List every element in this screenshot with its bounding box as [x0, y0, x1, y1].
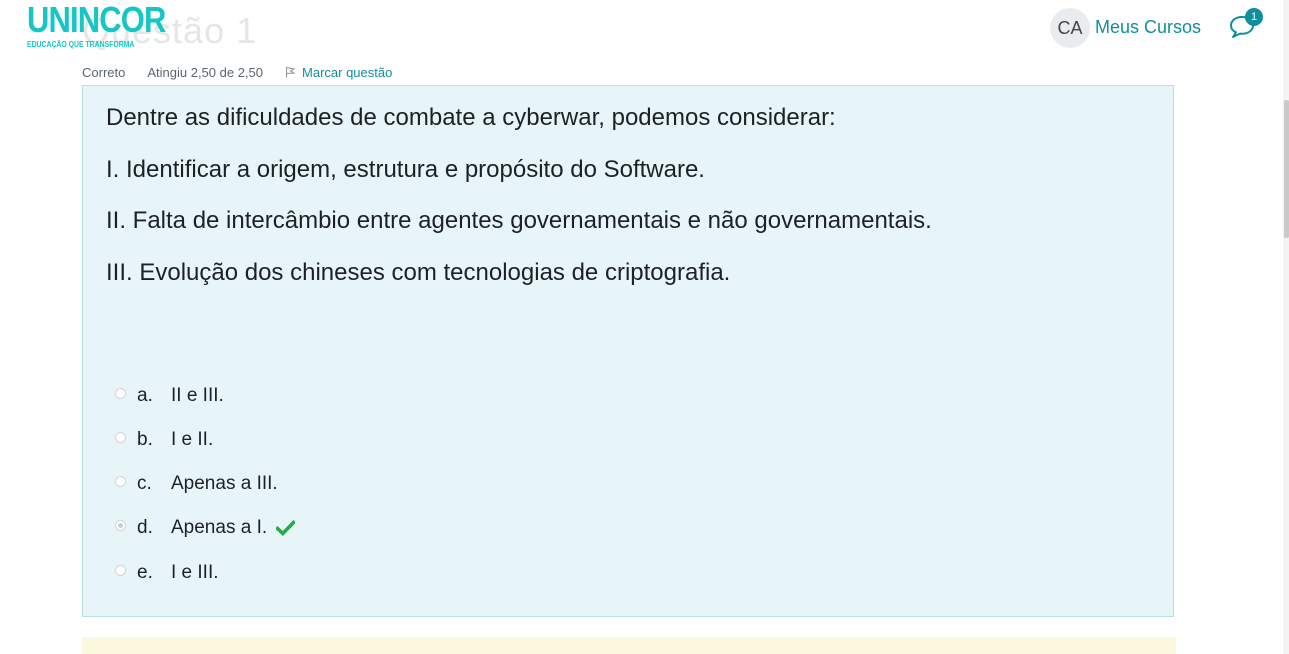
option-letter: a.	[137, 385, 153, 406]
question-text-line: Dentre as dificuldades de combate a cybe…	[106, 104, 836, 131]
unincor-logo[interactable]: UNINCOR EDUCAÇÃO QUE TRANSFORMA	[27, 0, 166, 50]
option-text: I e II.	[171, 429, 214, 450]
option-letter: b.	[137, 429, 153, 450]
option-letter: d.	[137, 517, 153, 538]
answer-radio[interactable]	[115, 387, 126, 399]
question-state: Correto	[82, 64, 126, 80]
answer-radio-selected[interactable]	[115, 519, 126, 531]
option-letter: e.	[137, 562, 153, 583]
option-text: Apenas a III.	[171, 473, 278, 494]
question-text-line: I. Identificar a origem, estrutura e pro…	[106, 156, 705, 183]
flag-question-label: Marcar questão	[302, 64, 393, 80]
quiz-review-page: Questão 1 UNINCOR EDUCAÇÃO QUE TRANSFORM…	[0, 0, 1289, 654]
question-box: Dentre as dificuldades de combate a cybe…	[82, 85, 1174, 617]
answer-radio[interactable]	[115, 564, 126, 576]
option-text: Apenas a I.	[171, 517, 268, 538]
flag-question-link[interactable]: Marcar questão	[285, 65, 392, 80]
answer-option-e[interactable]: e. I e III.	[115, 559, 219, 587]
question-grade: Atingiu 2,50 de 2,50	[147, 64, 264, 80]
answer-option-d[interactable]: d. Apenas a I.	[115, 514, 296, 542]
question-text-line: II. Falta de intercâmbio entre agentes g…	[106, 207, 932, 234]
answer-radio[interactable]	[115, 431, 126, 443]
scrollbar-thumb[interactable]	[1284, 100, 1289, 238]
flag-icon	[286, 67, 296, 78]
answer-radio[interactable]	[115, 475, 126, 487]
page-scrollbar[interactable]	[1283, 0, 1289, 654]
feedback-box	[82, 637, 1176, 654]
answer-option-c[interactable]: c. Apenas a III.	[115, 470, 278, 498]
question-text-line: III. Evolução dos chineses com tecnologi…	[106, 259, 731, 286]
logo-text: UNINCOR	[27, 0, 166, 40]
answer-option-b[interactable]: b. I e II.	[115, 426, 213, 454]
messages-badge: 1	[1245, 8, 1263, 26]
check-icon	[276, 520, 296, 536]
answer-option-a[interactable]: a. II e III.	[115, 382, 224, 410]
option-letter: c.	[137, 473, 152, 494]
my-courses-link[interactable]: Meus Cursos	[1095, 17, 1201, 38]
option-text: I e III.	[171, 562, 219, 583]
question-info: Correto Atingiu 2,50 de 2,50 Marcar ques…	[82, 63, 392, 81]
option-text: II e III.	[171, 385, 224, 406]
user-avatar[interactable]: CA	[1050, 8, 1090, 48]
logo-tagline: EDUCAÇÃO QUE TRANSFORMA	[27, 40, 135, 49]
